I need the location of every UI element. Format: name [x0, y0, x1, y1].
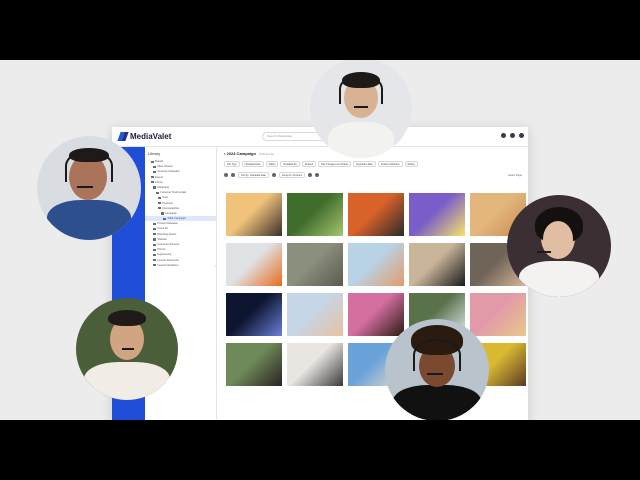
folder-icon — [163, 217, 166, 220]
refresh-icon[interactable] — [315, 173, 320, 177]
participant-avatar-bottom-left — [76, 298, 178, 400]
participant-avatar-bottom-right — [385, 319, 489, 420]
folder-title: 2024 Campaign — [226, 151, 256, 156]
filter-chip[interactable]: Status — [265, 161, 279, 167]
video-frame: MediaValet Search MediaValet Library Bra… — [0, 60, 640, 420]
logo-icon — [118, 132, 128, 141]
folder-icon — [160, 212, 164, 215]
sort-direction-icon[interactable] — [271, 173, 276, 177]
brand-logo[interactable]: MediaValet — [118, 132, 171, 141]
airplane-window-photo[interactable] — [226, 193, 282, 236]
page-title: ▪ 2024 Campaign (100 items) — [224, 151, 274, 156]
welder-sparks-photo[interactable] — [226, 293, 282, 336]
zoom-icon[interactable] — [231, 173, 235, 177]
filter-chip[interactable]: File Type — [224, 161, 240, 167]
collapse-panel-icon[interactable]: ‹ — [215, 263, 216, 268]
sort-dropdown[interactable]: Sort by: Uploaded Date — [238, 172, 269, 178]
filter-chip[interactable]: Rating — [404, 161, 418, 167]
folder-icon — [150, 176, 154, 179]
folder-icon — [153, 222, 156, 225]
upload-icon[interactable] — [501, 133, 506, 138]
bearded-man-photo[interactable] — [470, 293, 526, 336]
group-dropdown[interactable]: Group by: All Items — [278, 172, 306, 178]
folder-icon — [150, 181, 154, 184]
help-icon[interactable] — [510, 133, 515, 138]
folder-icon — [150, 160, 154, 163]
user-icon[interactable] — [519, 133, 524, 138]
green-hills-photo[interactable] — [287, 193, 343, 236]
tablet-coffee-photo[interactable] — [287, 343, 343, 386]
woman-profile-photo[interactable] — [226, 343, 282, 386]
filter-chip[interactable]: Metadata By — [280, 161, 300, 167]
folder-icon — [153, 233, 156, 236]
search-placeholder: Search MediaValet — [267, 134, 293, 138]
folder-icon — [155, 191, 159, 194]
folder-icon — [153, 165, 156, 168]
folder-icon — [153, 253, 156, 257]
participant-avatar-right — [507, 195, 611, 297]
folder-icon: ▪ — [224, 151, 226, 156]
cloud-icon[interactable] — [308, 173, 313, 177]
folder-icon — [153, 243, 156, 246]
participant-avatar-left — [37, 136, 141, 240]
grid-view-icon[interactable] — [224, 173, 228, 177]
tree-item[interactable]: Investor Relations — [145, 263, 216, 268]
folder-icon — [158, 196, 161, 199]
friends-bench-photo[interactable] — [287, 243, 343, 286]
orange-chair-photo[interactable] — [226, 243, 282, 286]
chameleon-photo[interactable] — [409, 193, 465, 236]
folder-icon — [158, 207, 161, 210]
filter-chip[interactable]: Expiration Date — [353, 161, 376, 167]
participant-avatar-top — [310, 60, 412, 158]
filter-chip[interactable]: Deleted — [301, 161, 317, 167]
brand-name: MediaValet — [130, 132, 172, 141]
filter-chip[interactable]: Custom Attributes — [377, 161, 403, 167]
header-actions — [501, 133, 524, 138]
folder-icon — [153, 248, 156, 251]
sort-bar: Sort by: Uploaded Date Group by: All Ite… — [224, 171, 524, 179]
folder-icon — [158, 202, 161, 205]
folder-icon — [153, 227, 156, 231]
graduate-photo[interactable] — [409, 243, 465, 286]
filter-chip[interactable]: Uploaded Date — [241, 161, 264, 167]
basketball-hoop-photo[interactable] — [348, 243, 404, 286]
filter-bar: File Type Uploaded Date Status Metadata By D… — [224, 161, 418, 167]
tree-item-label: Investor Relations — [157, 263, 179, 267]
woman-reading-photo[interactable] — [348, 193, 404, 236]
folder-icon — [153, 238, 156, 241]
woman-phone-photo[interactable] — [287, 293, 343, 336]
curly-hair-woman-photo[interactable] — [348, 293, 404, 336]
folder-count: (100 items) — [259, 152, 275, 156]
folder-icon — [153, 186, 156, 189]
select-page-checkbox[interactable]: Select Page — [508, 174, 522, 177]
folder-icon — [153, 259, 156, 262]
folder-icon — [153, 170, 156, 174]
filter-chip[interactable]: Has # Images and Videos — [318, 161, 352, 167]
tree-title: Library — [148, 151, 161, 156]
folder-icon — [153, 264, 156, 267]
